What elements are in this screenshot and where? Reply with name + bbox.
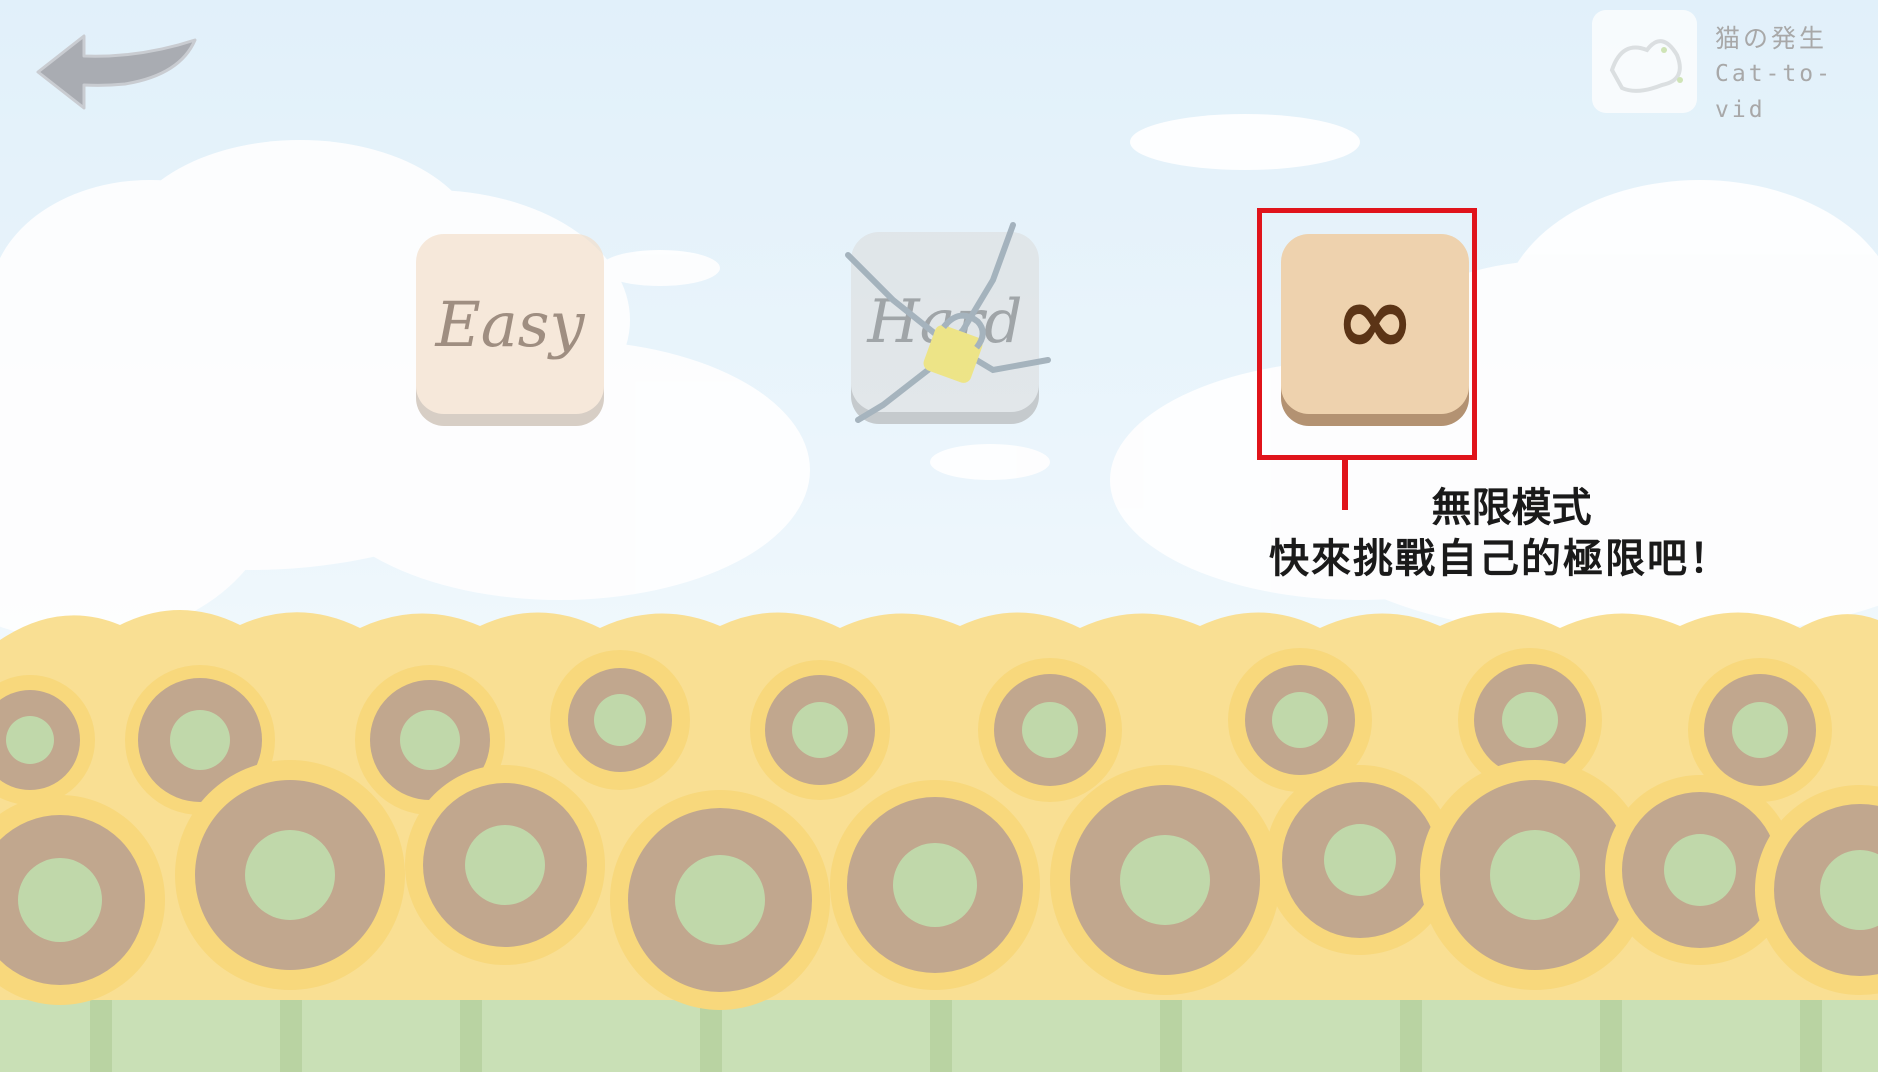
callout: 無限模式 快來挑戰自己的極限吧！ <box>1240 483 1760 585</box>
hard-mode-button[interactable]: Hard <box>845 222 1051 424</box>
game-stage: 猫の発生 Cat-to-vid Easy Hard ∞ 無限模式 快來挑戰自己的… <box>0 0 1878 1072</box>
callout-description: 快來挑戰自己的極限吧！ <box>1269 536 1731 582</box>
app-logo <box>1592 10 1697 113</box>
chain-lock-icon <box>845 222 1051 423</box>
back-arrow-icon <box>36 34 197 110</box>
button-face: Easy <box>416 234 604 414</box>
callout-title: 無限模式 <box>1431 485 1592 531</box>
logo-title: 猫の発生 <box>1715 24 1828 53</box>
back-button[interactable] <box>30 30 205 115</box>
cat-doodle-icon <box>1609 39 1683 93</box>
logo-subtitle: Cat-to-vid <box>1715 61 1833 123</box>
logo-text: 猫の発生 Cat-to-vid <box>1715 22 1875 128</box>
easy-mode-button[interactable]: Easy <box>416 234 604 426</box>
easy-mode-label: Easy <box>435 287 585 361</box>
highlight-frame <box>1257 208 1477 460</box>
